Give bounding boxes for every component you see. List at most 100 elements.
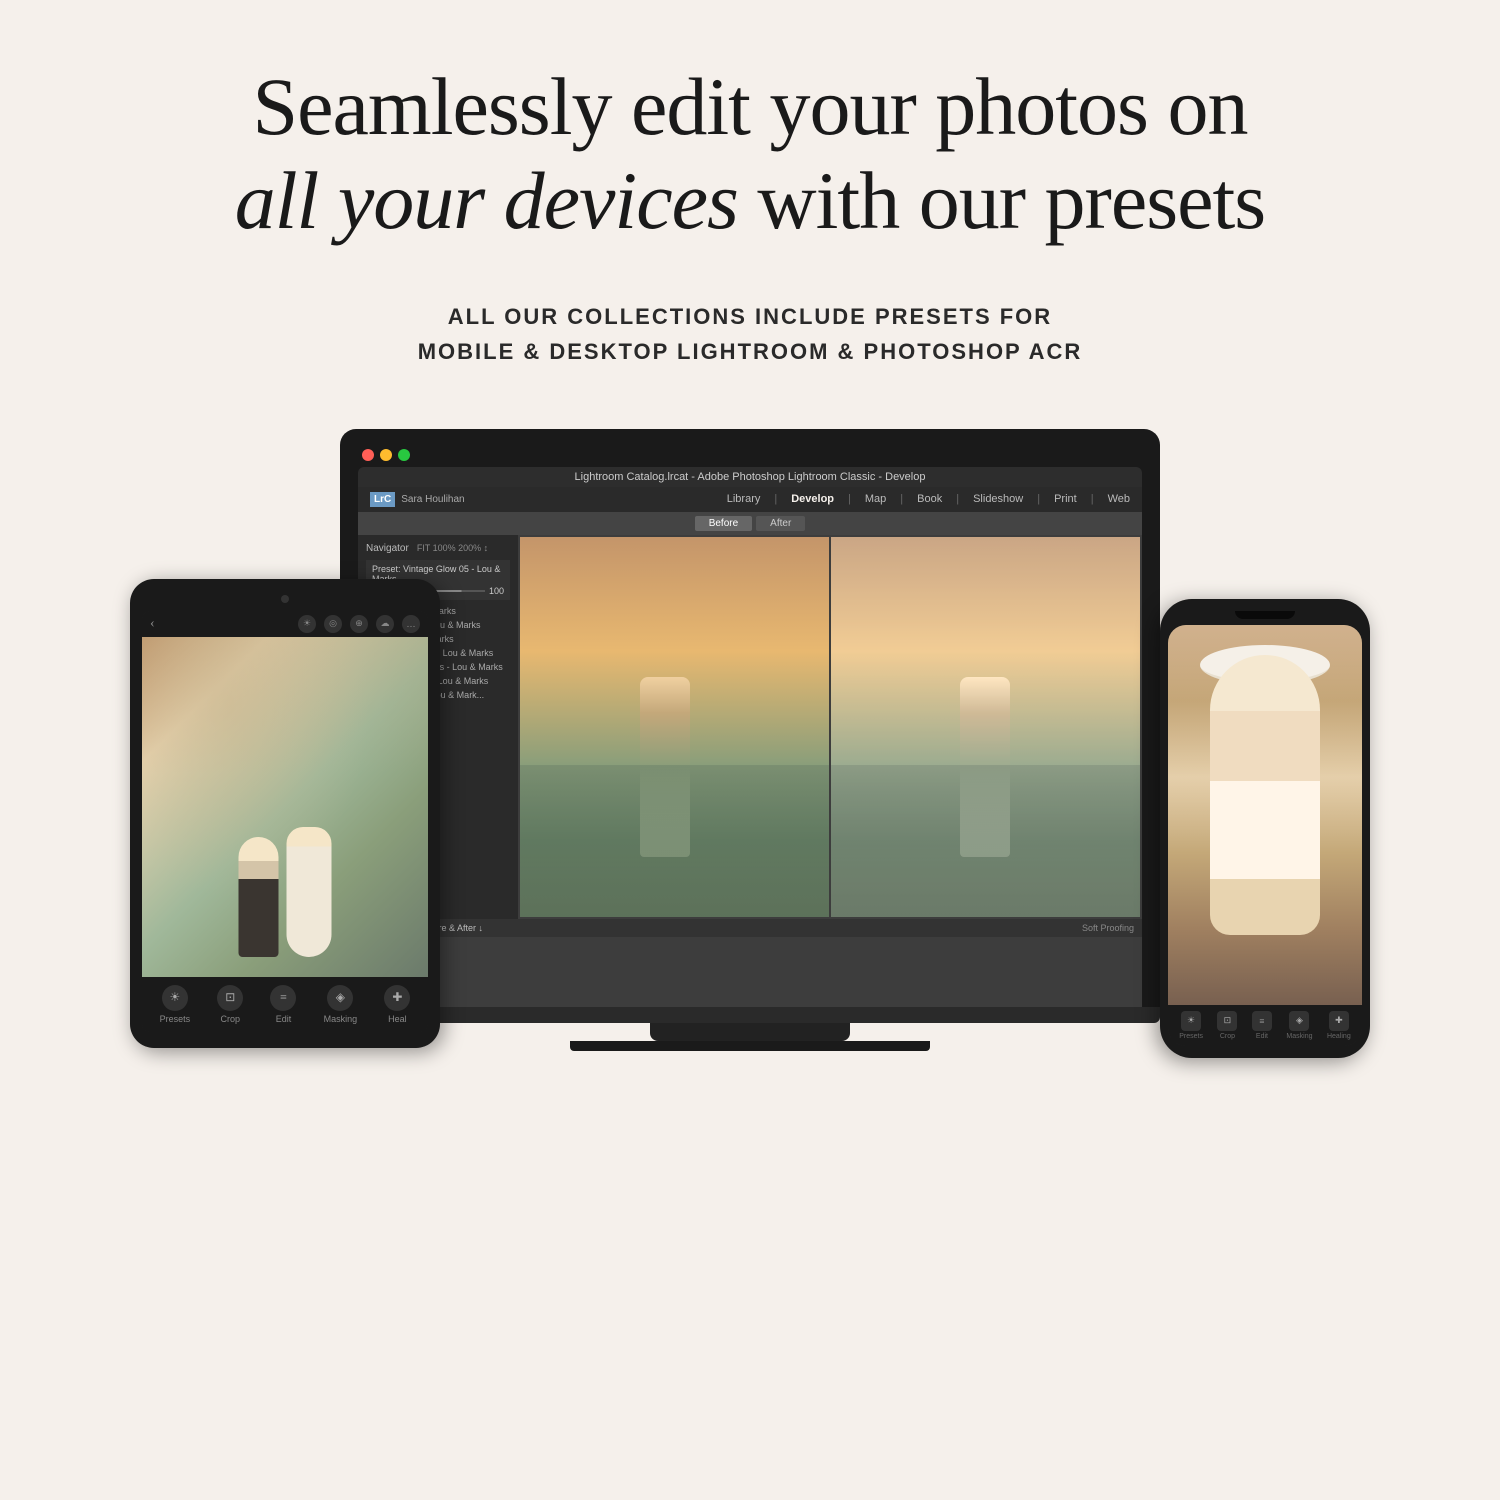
subheadline-line2: MOBILE & DESKTOP LIGHTROOM & PHOTOSHOP A…	[418, 334, 1083, 369]
lr-nav-map[interactable]: Map	[865, 493, 886, 505]
phone-photo	[1168, 625, 1362, 1005]
tablet-groom	[239, 837, 279, 957]
lr-navigator: Navigator FIT 100% 200% ↕	[366, 543, 510, 554]
phone-crop-icon: ⊡	[1217, 1011, 1237, 1031]
tablet-tool-presets[interactable]: ☀ Presets	[160, 985, 191, 1024]
tablet-tool-heal[interactable]: ✚ Heal	[384, 985, 410, 1024]
tablet-icon-4[interactable]: ☁	[376, 615, 394, 633]
lr-after-btn[interactable]: After	[756, 516, 805, 531]
tablet-back-arrow[interactable]: ‹	[150, 616, 155, 632]
lr-amount-value: 100	[489, 586, 504, 596]
lr-navigator-label: Navigator	[366, 543, 409, 554]
lr-user: Sara Houlihan	[401, 494, 464, 505]
phone-tool-presets[interactable]: ☀ Presets	[1179, 1011, 1203, 1040]
tablet-icon-1[interactable]: ☀	[298, 615, 316, 633]
tablet-body: ‹ ☀ ◎ ⊕ ☁ …	[130, 579, 440, 1048]
laptop-base	[340, 1007, 1160, 1023]
tablet-photo	[142, 637, 428, 977]
tablet-crop-icon: ⊡	[217, 985, 243, 1011]
tablet-icon-5[interactable]: …	[402, 615, 420, 633]
tablet-top-bar: ‹ ☀ ◎ ⊕ ☁ …	[142, 611, 428, 637]
tablet-edit-icon: ≡	[270, 985, 296, 1011]
tablet-edit-label: Edit	[276, 1014, 292, 1024]
lr-nav-book[interactable]: Book	[917, 493, 942, 505]
lr-before-btn[interactable]: Before	[695, 516, 752, 531]
lr-figure-after	[960, 677, 1010, 857]
phone-tool-crop[interactable]: ⊡ Crop	[1217, 1011, 1237, 1040]
headline-section: Seamlessly edit your photos on all your …	[155, 60, 1345, 249]
phone-healing-label: Healing	[1327, 1033, 1351, 1040]
tablet-screen: ‹ ☀ ◎ ⊕ ☁ …	[142, 611, 428, 1032]
laptop-foot	[570, 1041, 930, 1051]
phone-healing-icon: ✚	[1329, 1011, 1349, 1031]
subheadline: ALL OUR COLLECTIONS INCLUDE PRESETS FOR …	[418, 299, 1083, 369]
lr-soft-proof[interactable]: Soft Proofing	[1082, 923, 1134, 933]
tablet-presets-icon: ☀	[162, 985, 188, 1011]
tablet-camera	[281, 595, 289, 603]
phone-tool-healing[interactable]: ✚ Healing	[1327, 1011, 1351, 1040]
tablet-bottom-toolbar: ☀ Presets ⊡ Crop ≡ Edit ◈ Masking	[142, 977, 428, 1032]
laptop: Lightroom Catalog.lrcat - Adobe Photosho…	[340, 429, 1160, 1051]
phone-edit-icon: ≡	[1252, 1011, 1272, 1031]
lr-nav-slideshow[interactable]: Slideshow	[973, 493, 1023, 505]
lr-nav-library[interactable]: Library	[727, 493, 761, 505]
lr-nav[interactable]: Library | Develop | Map | Book | Slidesh…	[727, 493, 1130, 505]
phone-notch	[1235, 611, 1295, 619]
tablet-tool-masking[interactable]: ◈ Masking	[324, 985, 358, 1024]
phone-tool-edit[interactable]: ≡ Edit	[1252, 1011, 1272, 1040]
phone-edit-label: Edit	[1256, 1033, 1268, 1040]
tablet-crop-label: Crop	[221, 1014, 241, 1024]
lr-logo: LrC	[370, 492, 395, 507]
lr-main-content: Navigator FIT 100% 200% ↕ Preset: Vintag…	[358, 535, 1142, 919]
traffic-lights	[358, 449, 1142, 461]
lr-nav-develop[interactable]: Develop	[791, 493, 834, 505]
tablet-heal-icon: ✚	[384, 985, 410, 1011]
lr-photos-area	[518, 535, 1142, 919]
headline-line2: all your devices with our presets	[235, 154, 1265, 248]
lr-bottom-bar: Before & After ↓ Soft Proofing	[358, 919, 1142, 937]
dot-red	[362, 449, 374, 461]
headline-text-1: Seamlessly edit your photos on	[253, 61, 1248, 152]
tablet-presets-label: Presets	[160, 1014, 191, 1024]
dot-green	[398, 449, 410, 461]
phone-body: ☀ Presets ⊡ Crop ≡ Edit ◈ Masking	[1160, 599, 1370, 1058]
phone-masking-icon: ◈	[1289, 1011, 1309, 1031]
lr-navigator-sizes: FIT 100% 200% ↕	[417, 543, 488, 553]
phone-presets-icon: ☀	[1181, 1011, 1201, 1031]
phone-crop-label: Crop	[1220, 1033, 1235, 1040]
tablet-wedding-figures	[239, 827, 332, 957]
tablet-heal-label: Heal	[388, 1014, 407, 1024]
tablet-masking-icon: ◈	[327, 985, 353, 1011]
lr-header: LrC Sara Houlihan Library | Develop | Ma…	[358, 487, 1142, 512]
lr-before-after: Before After	[358, 512, 1142, 535]
tablet: ‹ ☀ ◎ ⊕ ☁ …	[130, 579, 440, 1048]
devices-container: Lightroom Catalog.lrcat - Adobe Photosho…	[150, 429, 1350, 1279]
laptop-title-bar: Lightroom Catalog.lrcat - Adobe Photosho…	[358, 467, 1142, 487]
lr-photo-bg-before	[520, 537, 829, 917]
subheadline-line1: ALL OUR COLLECTIONS INCLUDE PRESETS FOR	[418, 299, 1083, 334]
lr-nav-print[interactable]: Print	[1054, 493, 1077, 505]
laptop-stand	[650, 1023, 850, 1041]
headline-italic: all your devices	[235, 155, 738, 246]
phone-bottom-toolbar: ☀ Presets ⊡ Crop ≡ Edit ◈ Masking	[1168, 1005, 1362, 1046]
tablet-tool-crop[interactable]: ⊡ Crop	[217, 985, 243, 1024]
lr-photo-after	[831, 537, 1140, 917]
tablet-tool-edit[interactable]: ≡ Edit	[270, 985, 296, 1024]
lr-logo-area: LrC Sara Houlihan	[370, 492, 465, 507]
tablet-icon-2[interactable]: ◎	[324, 615, 342, 633]
lr-nav-web[interactable]: Web	[1108, 493, 1130, 505]
lr-figure-before	[640, 677, 690, 857]
phone-presets-label: Presets	[1179, 1033, 1203, 1040]
phone-screen: ☀ Presets ⊡ Crop ≡ Edit ◈ Masking	[1168, 625, 1362, 1046]
tablet-masking-label: Masking	[324, 1014, 358, 1024]
phone-subject	[1210, 655, 1320, 935]
headline-normal: with our presets	[738, 155, 1265, 246]
tablet-icon-3[interactable]: ⊕	[350, 615, 368, 633]
tablet-bride	[287, 827, 332, 957]
dot-yellow	[380, 449, 392, 461]
phone-tool-masking[interactable]: ◈ Masking	[1286, 1011, 1312, 1040]
lr-photo-before	[520, 537, 829, 917]
phone: ☀ Presets ⊡ Crop ≡ Edit ◈ Masking	[1160, 599, 1370, 1058]
headline-line1: Seamlessly edit your photos on	[235, 60, 1265, 154]
lightroom-ui: LrC Sara Houlihan Library | Develop | Ma…	[358, 487, 1142, 1007]
